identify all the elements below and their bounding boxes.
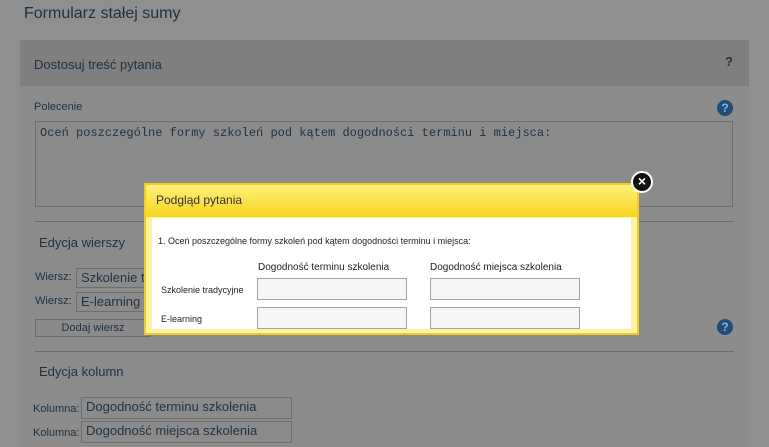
panel-header-title: Dostosuj treść pytania xyxy=(34,57,162,72)
column-input[interactable]: Dogodność terminu szkolenia xyxy=(81,397,292,419)
help-icon[interactable]: ? xyxy=(717,319,733,335)
polecenie-label: Polecenie xyxy=(34,101,83,113)
divider xyxy=(35,351,734,352)
answer-cell[interactable] xyxy=(257,307,407,329)
help-icon[interactable]: ? xyxy=(717,100,733,116)
panel-header: Dostosuj treść pytania ? xyxy=(20,40,749,86)
column-header: Dogodność terminu szkolenia xyxy=(258,262,390,273)
preview-modal: Podgląd pytania 1. Oceń poszczególne for… xyxy=(144,183,639,335)
column-header: Dogodność miejsca szkolenia xyxy=(430,262,562,273)
column-label: Kolumna: xyxy=(33,403,80,415)
columns-section-title: Edycja kolumn xyxy=(39,364,124,379)
answer-cell[interactable] xyxy=(430,307,580,329)
page: Formularz stałej sumy Dostosuj treść pyt… xyxy=(0,0,769,447)
row-label: Wiersz: xyxy=(35,295,72,307)
rows-section-title: Edycja wierszy xyxy=(39,235,125,250)
modal-header: Podgląd pytania xyxy=(146,185,637,217)
panel-help-link[interactable]: ? xyxy=(725,54,733,69)
row-label: Szkolenie tradycyjne xyxy=(161,285,244,295)
modal-body: 1. Oceń poszczególne formy szkoleń pod k… xyxy=(152,218,631,329)
column-input[interactable]: Dogodność miejsca szkolenia xyxy=(81,421,292,443)
answer-cell[interactable] xyxy=(257,278,407,300)
close-icon[interactable]: × xyxy=(631,171,653,193)
page-title: Formularz stałej sumy xyxy=(24,5,181,22)
modal-title: Podgląd pytania xyxy=(156,193,243,207)
answer-cell[interactable] xyxy=(430,278,580,300)
column-label: Kolumna: xyxy=(33,427,80,439)
row-label: Wiersz: xyxy=(35,271,72,283)
row-label: E-learning xyxy=(161,314,203,324)
question-text: 1. Oceń poszczególne formy szkoleń pod k… xyxy=(158,236,471,246)
add-row-button[interactable]: Dodaj wiersz xyxy=(35,319,151,337)
